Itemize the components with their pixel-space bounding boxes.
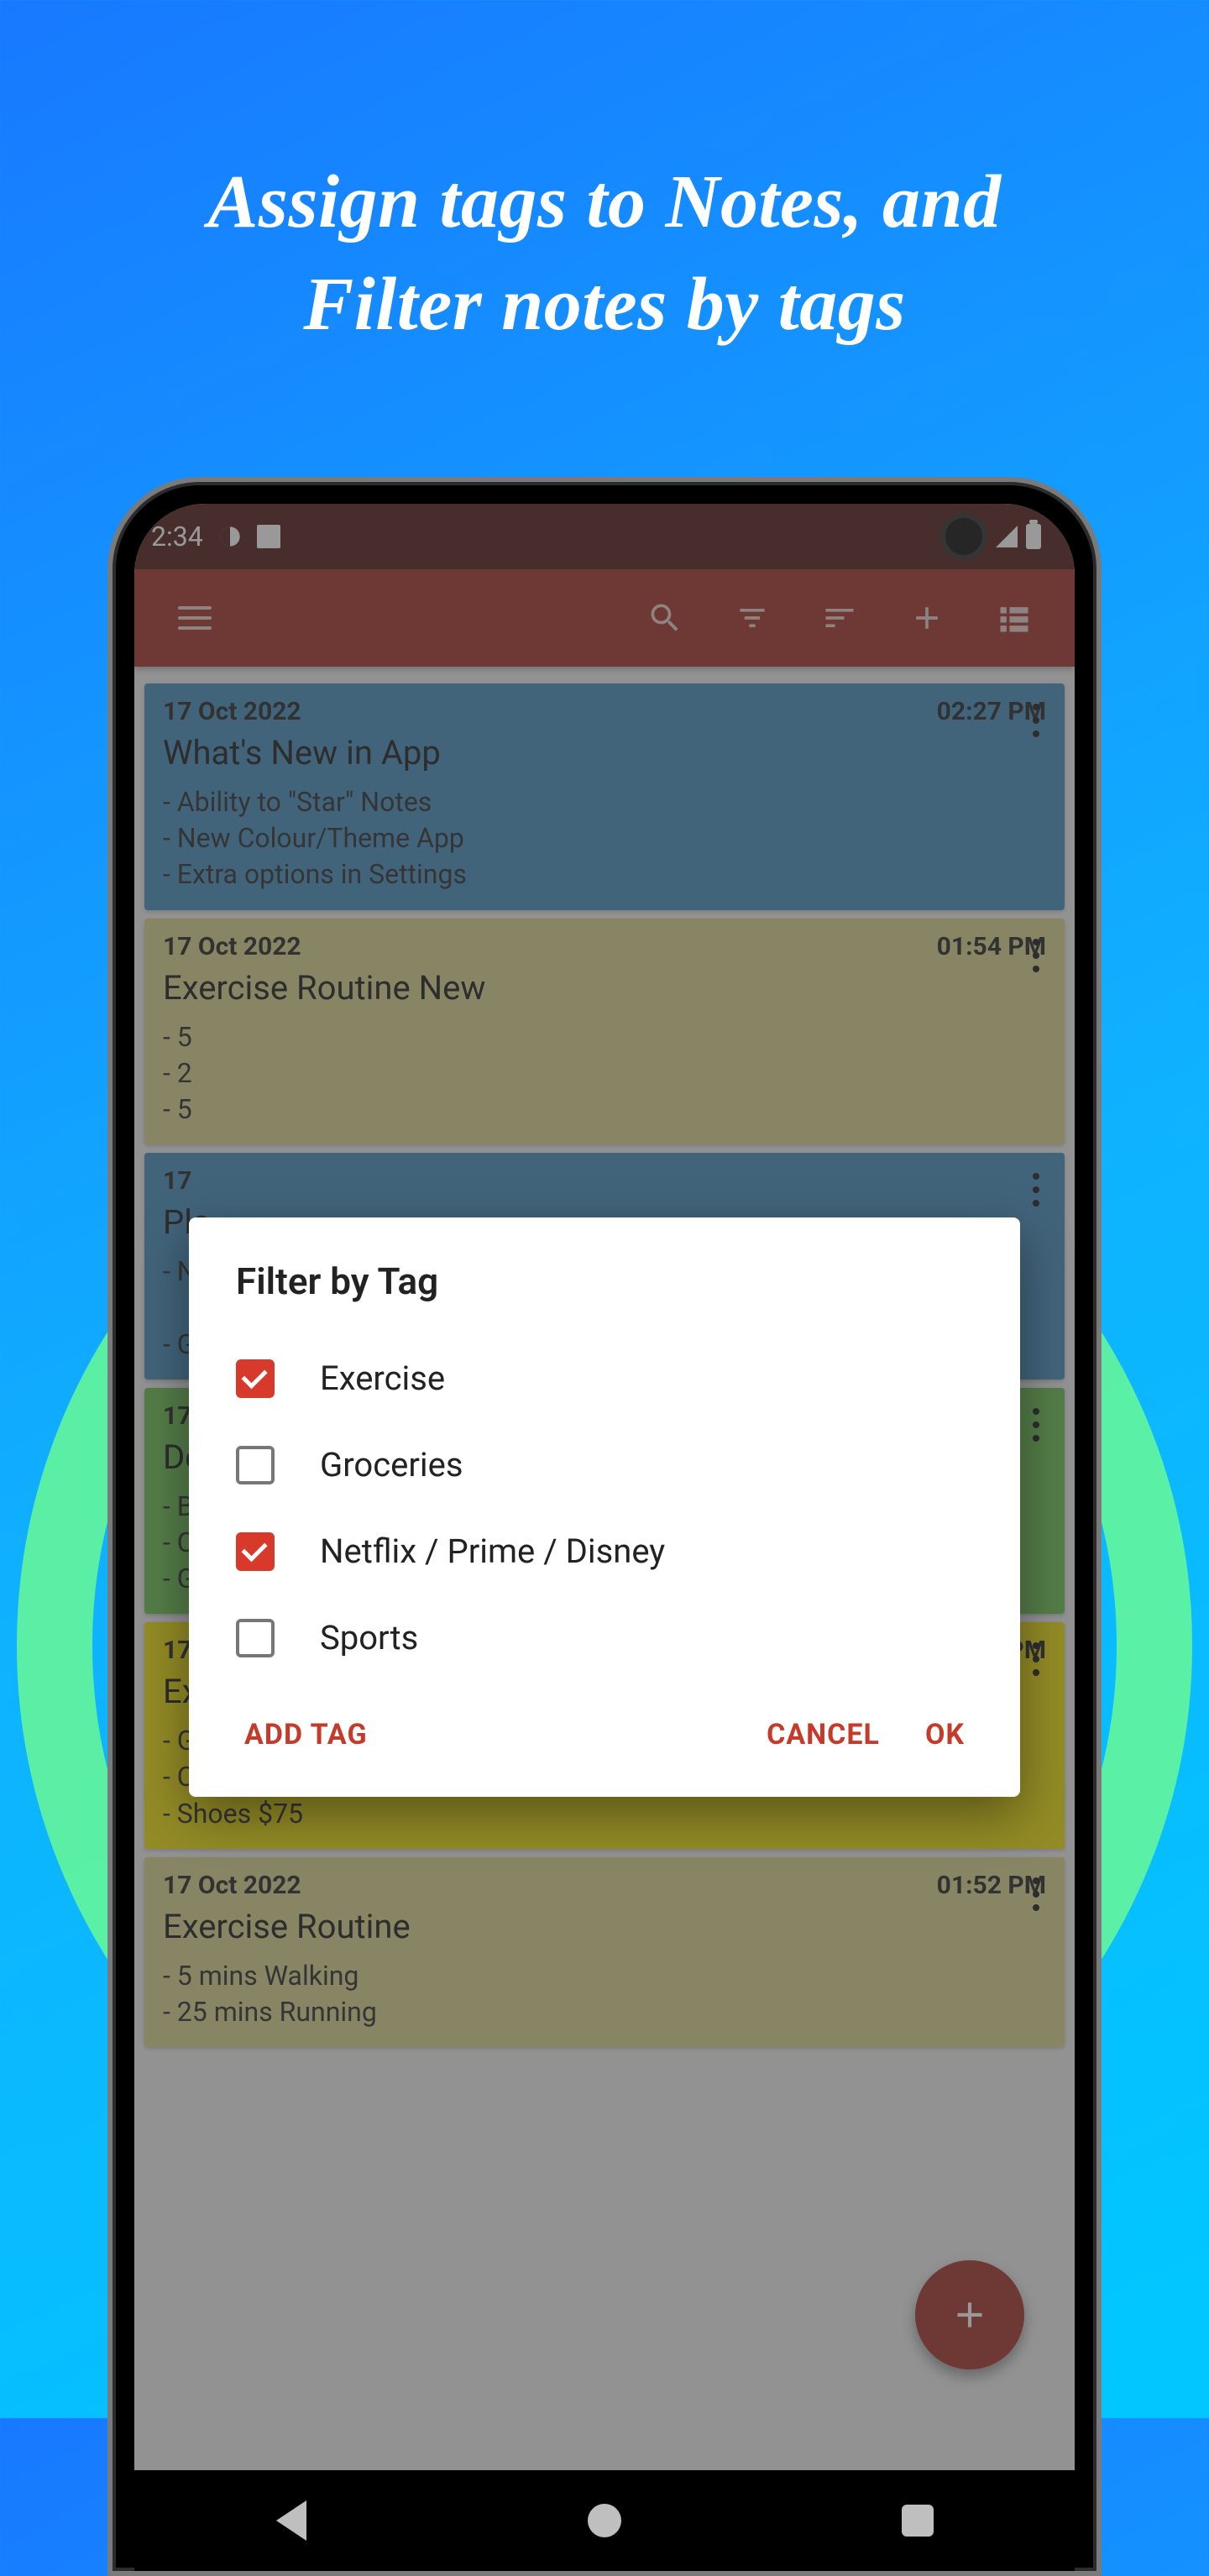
- tag-label: Exercise: [320, 1359, 445, 1398]
- add-tag-button[interactable]: ADD TAG: [236, 1706, 376, 1763]
- ok-button[interactable]: OK: [917, 1706, 973, 1763]
- checkbox-checked-icon: [236, 1532, 275, 1571]
- tag-option[interactable]: Sports: [236, 1594, 973, 1681]
- tag-option[interactable]: Groceries: [236, 1422, 973, 1508]
- tag-option[interactable]: Netflix / Prime / Disney: [236, 1508, 973, 1594]
- promo-headline: Assign tags to Notes, and Filter notes b…: [0, 0, 1209, 355]
- phone-screen: 2:34: [134, 504, 1075, 2571]
- cancel-button[interactable]: CANCEL: [758, 1706, 888, 1763]
- dialog-actions: ADD TAG CANCEL OK: [236, 1706, 973, 1763]
- tag-option[interactable]: Exercise: [236, 1335, 973, 1422]
- tag-list: Exercise Groceries Netflix / Prime / Disne…: [236, 1335, 973, 1681]
- nav-home-button[interactable]: [579, 2495, 630, 2546]
- checkbox-unchecked-icon: [236, 1619, 275, 1657]
- tag-label: Netflix / Prime / Disney: [320, 1531, 665, 1571]
- checkbox-unchecked-icon: [236, 1446, 275, 1484]
- back-icon: [276, 2500, 306, 2541]
- filter-tag-dialog: Filter by Tag Exercise Groceries Netflix /…: [189, 1217, 1020, 1797]
- promo-line-2: Filter notes by tags: [303, 263, 906, 346]
- recent-icon: [902, 2505, 934, 2537]
- dialog-title: Filter by Tag: [236, 1259, 973, 1303]
- system-nav-bar: [134, 2470, 1075, 2571]
- nav-back-button[interactable]: [266, 2495, 317, 2546]
- nav-recent-button[interactable]: [892, 2495, 943, 2546]
- tag-label: Groceries: [320, 1445, 463, 1484]
- tag-label: Sports: [320, 1618, 418, 1657]
- phone-frame: 2:34: [107, 477, 1102, 2576]
- checkbox-checked-icon: [236, 1359, 275, 1398]
- promo-line-1: Assign tags to Notes, and: [207, 160, 1001, 243]
- home-icon: [588, 2504, 621, 2537]
